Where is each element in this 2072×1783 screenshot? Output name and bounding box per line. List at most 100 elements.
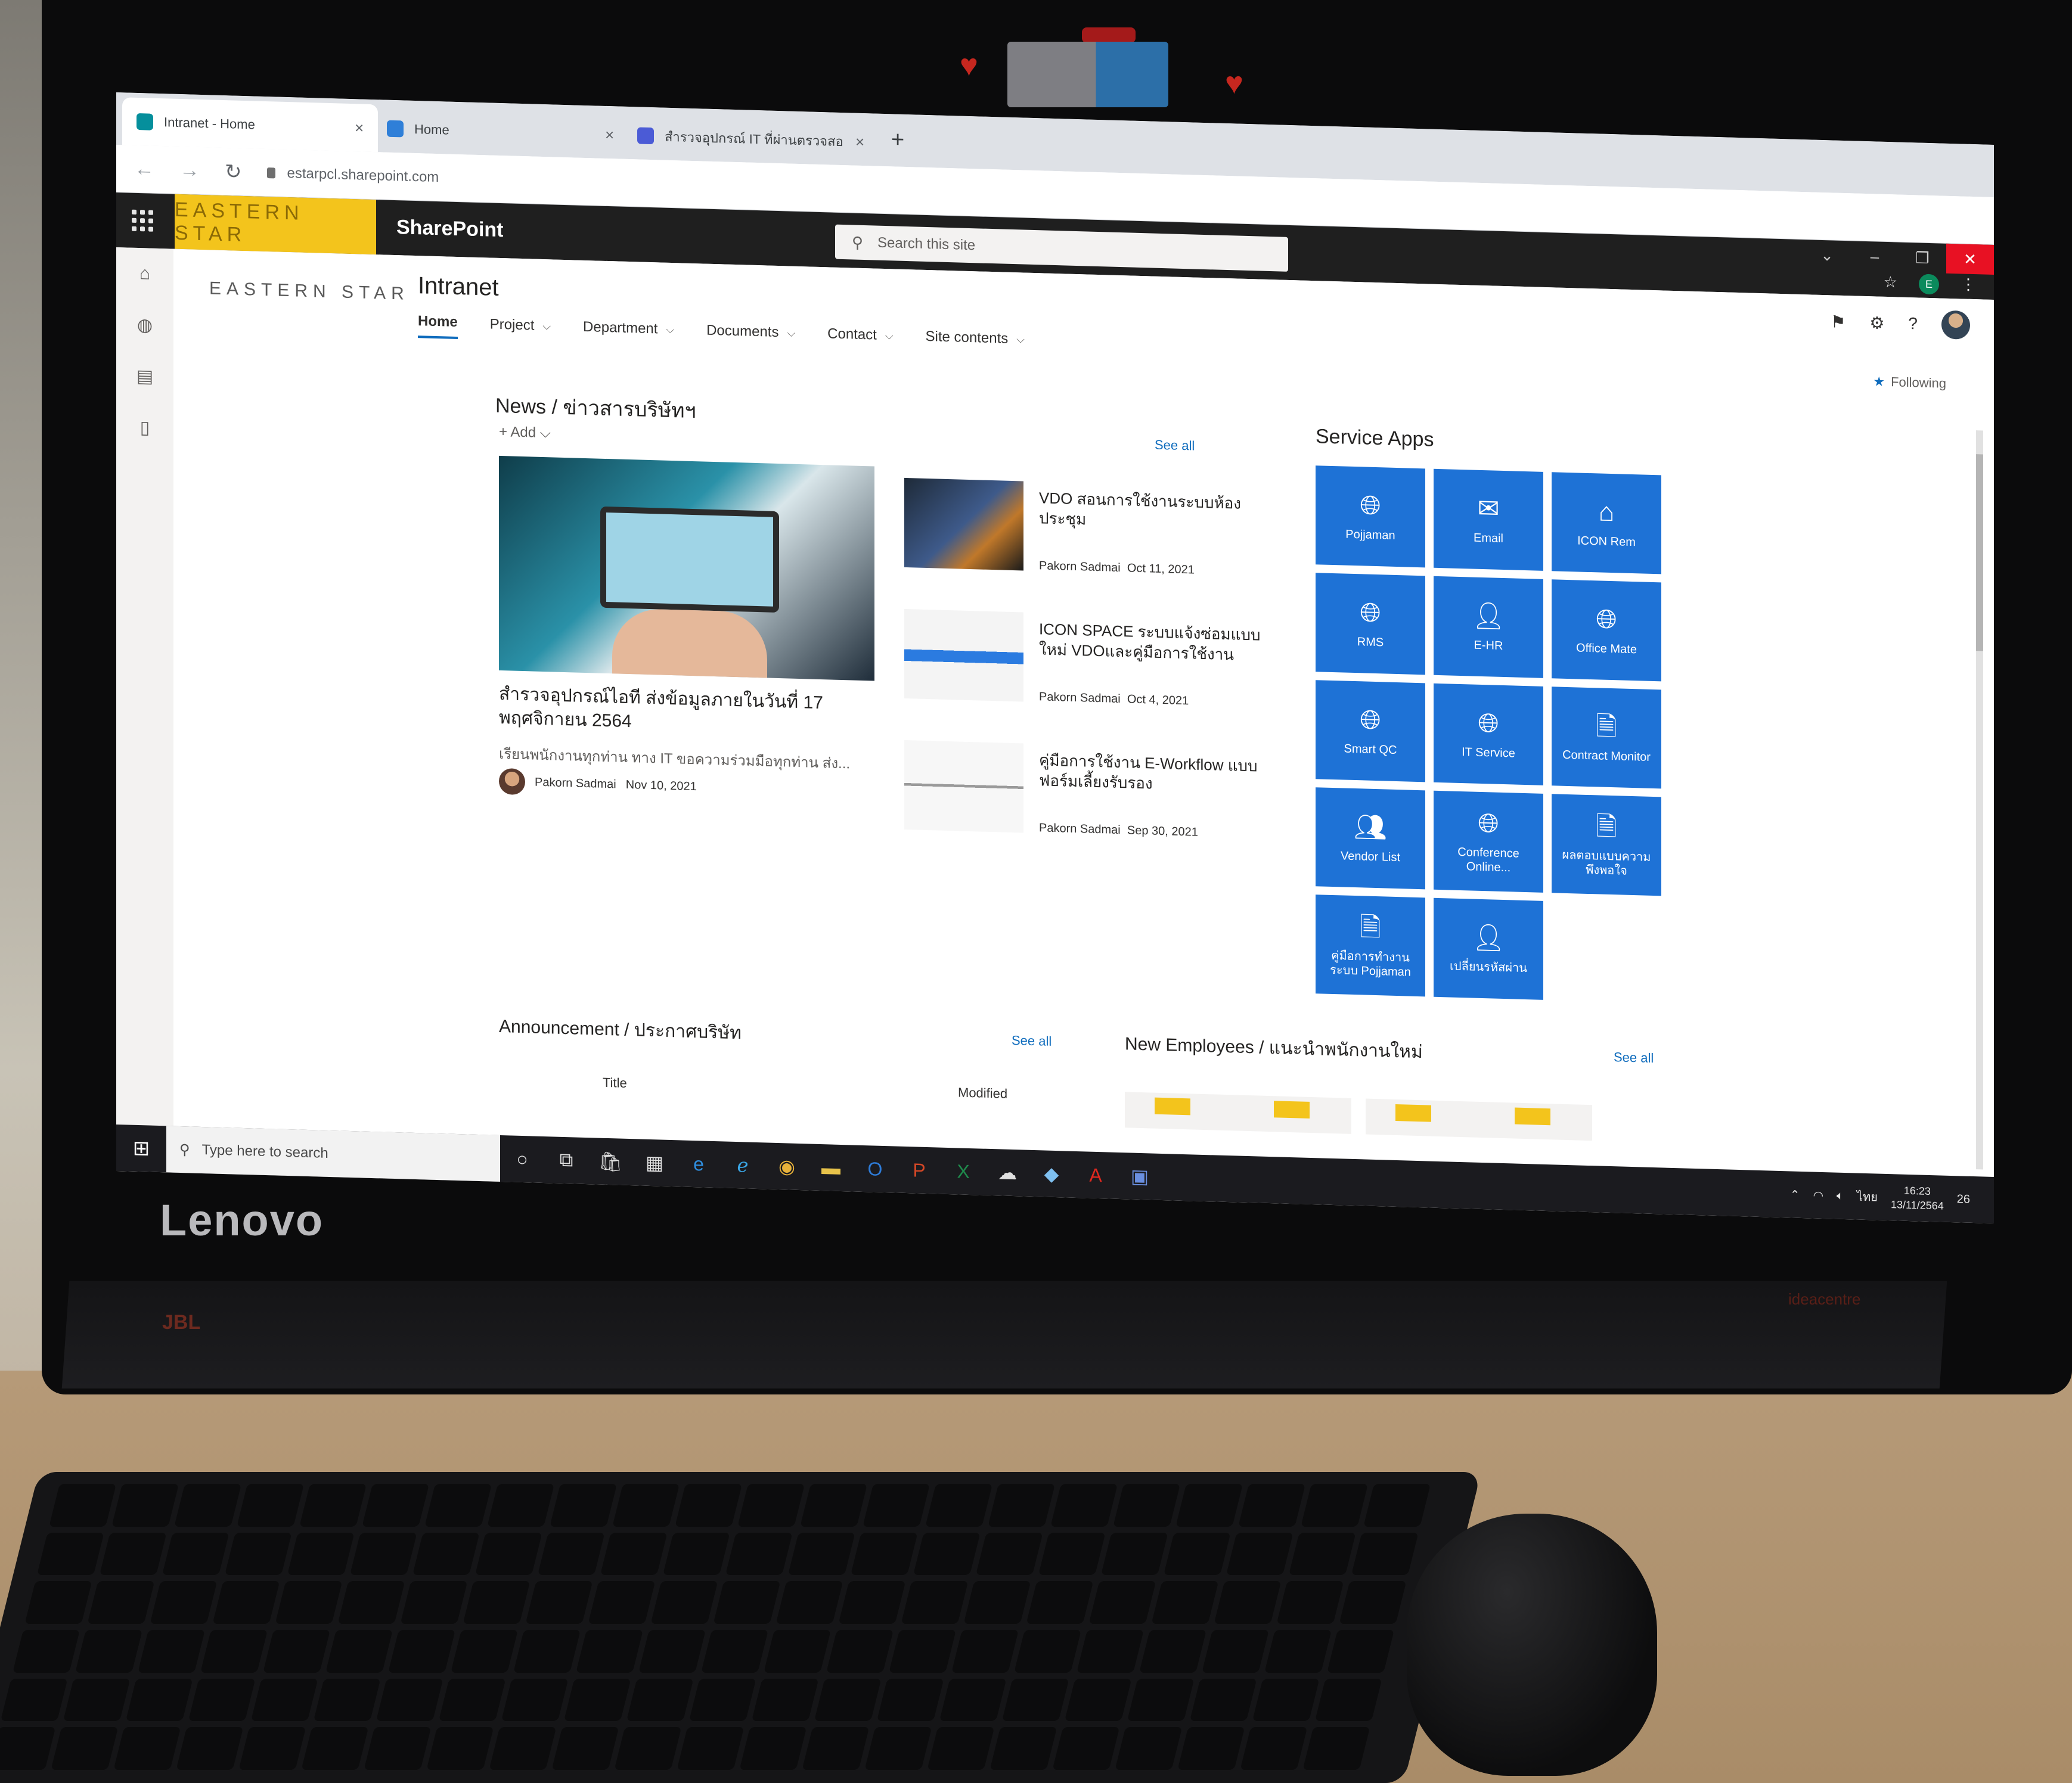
nav-contact[interactable]: Contact ⌵ bbox=[827, 324, 893, 351]
tile-satisfaction-survey[interactable]: 🗎︎ ผลตอบแบบความพึงพอใจ bbox=[1552, 794, 1661, 896]
news-item[interactable]: คู่มือการใช้งาน E-Workflow แบบฟอร์มเลี้ย… bbox=[904, 740, 1262, 869]
keyboard-key bbox=[75, 1629, 143, 1673]
volume-icon[interactable]: 🔈︎ bbox=[1837, 1189, 1844, 1203]
nav-documents[interactable]: Documents ⌵ bbox=[706, 321, 795, 349]
browser-tab[interactable]: สำรวจอุปกรณ์ IT ที่ผ่านตรวจสอบของ (ป × bbox=[623, 111, 879, 166]
tile-it-service[interactable]: 🌐︎ IT Service bbox=[1434, 683, 1543, 785]
browser-tab[interactable]: Intranet - Home × bbox=[122, 97, 379, 153]
add-news-button[interactable]: + Add ⌵ bbox=[499, 424, 551, 442]
app-icon[interactable]: ◆ bbox=[1029, 1150, 1074, 1198]
news-see-all-link[interactable]: See all bbox=[1155, 437, 1195, 454]
news-thumbnail bbox=[904, 608, 1023, 702]
acrobat-icon[interactable]: A bbox=[1074, 1151, 1118, 1199]
keyboard-key bbox=[426, 1727, 494, 1770]
help-icon[interactable]: ? bbox=[1908, 314, 1918, 333]
edge-icon[interactable]: e bbox=[677, 1140, 721, 1188]
search-box[interactable]: ⚲ Search this site bbox=[835, 224, 1288, 272]
tile-pojjaman[interactable]: 🌐︎ Pojjaman bbox=[1316, 465, 1425, 568]
gear-icon[interactable]: ⚙ bbox=[1869, 313, 1884, 333]
browser-tab[interactable]: Home × bbox=[373, 104, 628, 159]
employee-card[interactable] bbox=[1366, 1098, 1592, 1141]
document-icon[interactable]: ▯ bbox=[116, 401, 173, 454]
column-header-title[interactable]: Title bbox=[603, 1075, 627, 1091]
task-view-icon[interactable]: ⧉ bbox=[544, 1136, 588, 1184]
nav-site-contents[interactable]: Site contents ⌵ bbox=[926, 327, 1025, 355]
close-icon[interactable]: × bbox=[605, 125, 614, 144]
app-name[interactable]: SharePoint bbox=[396, 216, 503, 242]
tile-office-mate[interactable]: 🌐︎ Office Mate bbox=[1552, 579, 1661, 682]
announcement-see-all-link[interactable]: See all bbox=[1012, 1033, 1051, 1049]
site-logo[interactable]: EASTERN STAR bbox=[209, 278, 410, 304]
windows-start-icon[interactable]: ⊞ bbox=[116, 1125, 166, 1172]
hero-news-image[interactable] bbox=[499, 455, 874, 681]
page-scrollbar[interactable] bbox=[1976, 430, 1983, 1170]
chevron-down-icon[interactable]: ⌄ bbox=[1803, 240, 1851, 271]
tile-conference-online[interactable]: 🌐︎ Conference Online... bbox=[1434, 790, 1543, 893]
hero-news-title[interactable]: สำรวจอุปกรณ์ไอที ส่งข้อมูลภายในวันที่ 17… bbox=[499, 682, 874, 741]
tile-smart-qc[interactable]: 🌐︎ Smart QC bbox=[1316, 680, 1425, 782]
input-language[interactable]: ไทย bbox=[1857, 1187, 1878, 1207]
globe-icon[interactable]: ◍ bbox=[116, 299, 173, 352]
notification-badge[interactable]: 26 bbox=[1957, 1192, 1970, 1207]
network-icon[interactable]: ◠ bbox=[1813, 1188, 1823, 1203]
bookmark-star-icon[interactable]: ☆ bbox=[1884, 273, 1897, 294]
new-employees-see-all-link[interactable]: See all bbox=[1614, 1049, 1654, 1066]
url-field[interactable]: estarpcl.sharepoint.com bbox=[287, 165, 439, 186]
tile-contract-monitor[interactable]: 🗎︎ Contract Monitor bbox=[1552, 687, 1661, 789]
reload-icon[interactable]: ↻ bbox=[225, 160, 242, 184]
excel-icon[interactable]: X bbox=[941, 1148, 985, 1195]
internet-explorer-icon[interactable]: ℯ bbox=[721, 1141, 765, 1189]
chrome-icon[interactable]: ◉ bbox=[765, 1142, 809, 1190]
clock[interactable]: 16:23 13/11/2564 bbox=[1891, 1183, 1944, 1213]
follow-button[interactable]: ★ Following bbox=[1873, 374, 1946, 391]
news-item[interactable]: ICON SPACE ระบบแจ้งซ่อมแบบใหม่ VDOและคู่… bbox=[904, 608, 1262, 738]
column-header-modified[interactable]: Modified bbox=[958, 1085, 1007, 1101]
more-icon[interactable]: ⋮ bbox=[1961, 275, 1976, 296]
close-icon[interactable]: × bbox=[355, 119, 364, 137]
nav-home[interactable]: Home bbox=[418, 313, 458, 339]
keyboard-key bbox=[1026, 1581, 1094, 1624]
restore-icon[interactable]: ❐ bbox=[1899, 243, 1946, 274]
nav-project[interactable]: Project ⌵ bbox=[490, 315, 551, 342]
cortana-icon[interactable]: ○ bbox=[500, 1135, 544, 1183]
minimize-icon[interactable]: – bbox=[1851, 241, 1899, 272]
back-icon[interactable]: ← bbox=[134, 157, 154, 181]
tile-e-hr[interactable]: 👤︎ E-HR bbox=[1434, 576, 1543, 678]
store-icon[interactable]: 🛍︎ bbox=[588, 1138, 632, 1185]
close-icon[interactable]: × bbox=[855, 132, 864, 151]
chevron-up-icon[interactable]: ⌃ bbox=[1790, 1187, 1800, 1202]
keyboard-key bbox=[237, 1484, 305, 1527]
network-app-icon[interactable]: ☁ bbox=[985, 1149, 1029, 1197]
new-tab-button[interactable]: + bbox=[891, 127, 904, 153]
employee-card[interactable] bbox=[1125, 1092, 1351, 1134]
taskbar-search[interactable]: ⚲ Type here to search bbox=[166, 1126, 500, 1182]
keyboard-key bbox=[400, 1581, 468, 1624]
file-explorer-icon[interactable]: ▬ bbox=[809, 1144, 853, 1191]
tile-vendor-list[interactable]: 👥︎ Vendor List bbox=[1316, 787, 1425, 890]
site-title[interactable]: Intranet bbox=[418, 272, 499, 302]
app-launcher-icon[interactable] bbox=[127, 205, 158, 237]
tile-rms[interactable]: 🌐︎ RMS bbox=[1316, 573, 1425, 675]
window-close-icon[interactable]: ✕ bbox=[1946, 243, 1994, 275]
avatar[interactable] bbox=[1941, 310, 1970, 340]
tile-email[interactable]: ✉ Email bbox=[1434, 468, 1543, 571]
remote-desktop-icon[interactable]: ▣ bbox=[1118, 1153, 1162, 1200]
powerpoint-icon[interactable]: P bbox=[897, 1147, 941, 1194]
lock-icon[interactable] bbox=[266, 167, 275, 178]
brand-logo[interactable]: EASTERN STAR bbox=[175, 194, 376, 255]
nav-department[interactable]: Department ⌵ bbox=[583, 318, 674, 345]
calculator-icon[interactable]: ▦ bbox=[632, 1139, 677, 1186]
outlook-icon[interactable]: O bbox=[853, 1145, 897, 1193]
feedback-icon[interactable]: ⚑ bbox=[1831, 312, 1845, 332]
home-icon[interactable]: ⌂ bbox=[116, 247, 173, 300]
forward-icon[interactable]: → bbox=[179, 159, 200, 182]
tile-icon-rem[interactable]: ⌂ ICON Rem bbox=[1552, 472, 1661, 574]
news-thumbnail bbox=[904, 477, 1023, 571]
news-item[interactable]: VDO สอนการใช้งานระบบห้องประชุม Pakorn Sa… bbox=[904, 477, 1262, 607]
scrollbar-thumb[interactable] bbox=[1976, 454, 1983, 651]
news-icon[interactable]: ▤ bbox=[116, 350, 173, 403]
tile-pojjaman-manual[interactable]: 🗎︎ คู่มือการทำงานระบบ Pojjaman bbox=[1316, 894, 1425, 997]
browser-profile-icon[interactable]: E bbox=[1919, 274, 1939, 295]
keyboard-key bbox=[963, 1581, 1031, 1624]
tile-change-password[interactable]: 👤︎ เปลี่ยนรหัสผ่าน bbox=[1434, 897, 1543, 1000]
